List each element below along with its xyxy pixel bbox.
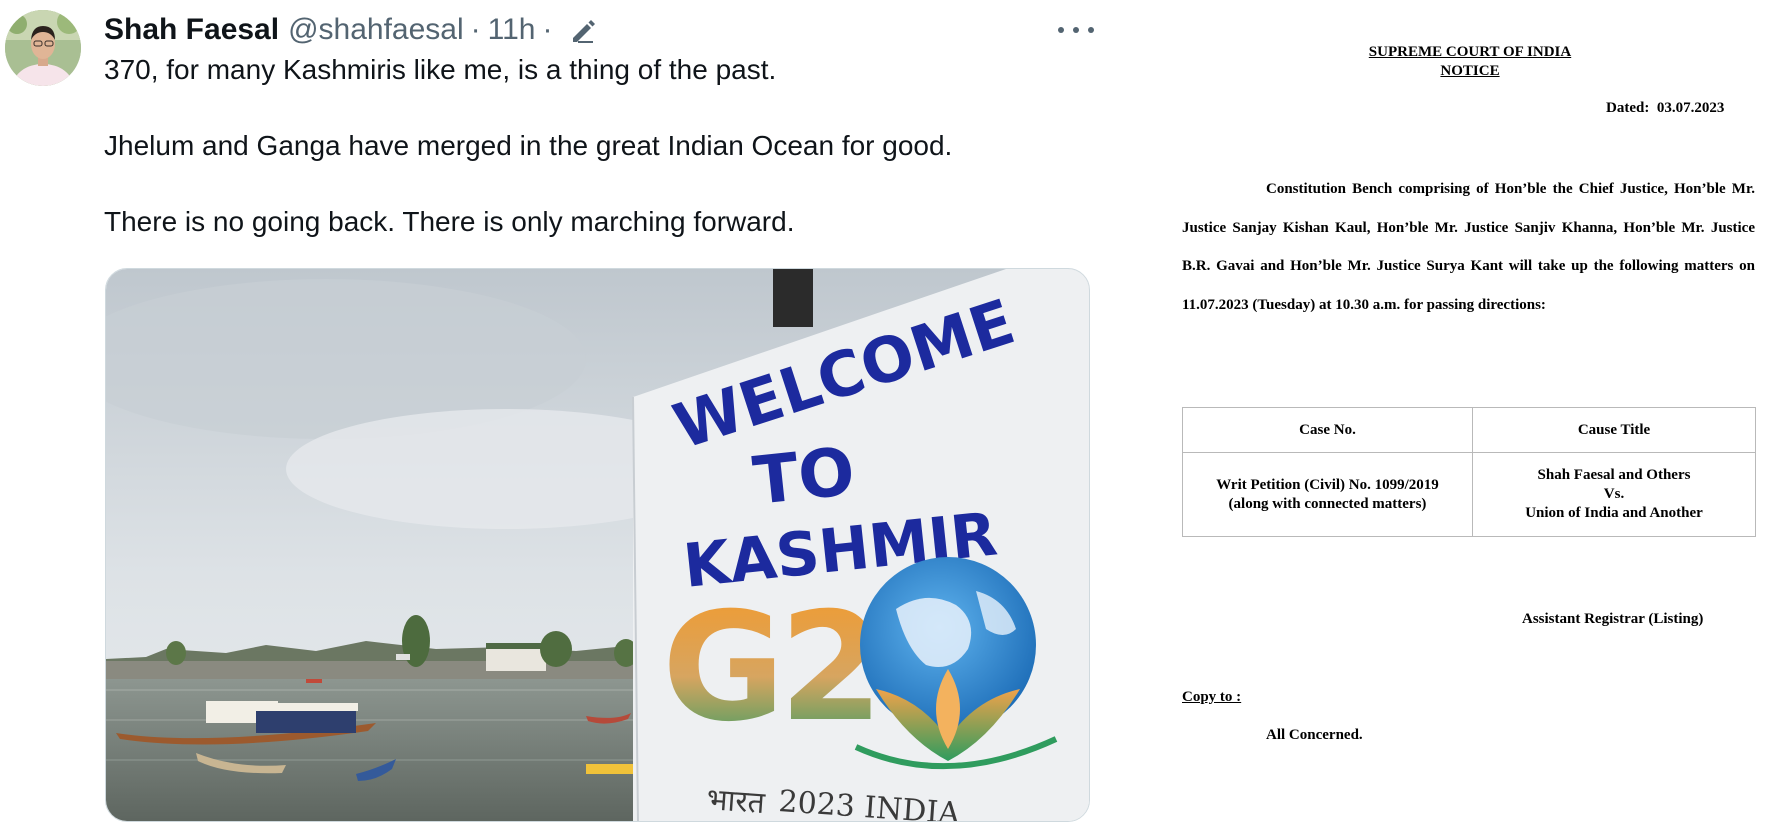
case-number-cell: Writ Petition (Civil) No. 1099/2019 (alo… xyxy=(1182,452,1473,537)
cause-title-respondent: Union of India and Another xyxy=(1525,505,1703,521)
notice-signatory: Assistant Registrar (Listing) xyxy=(1522,611,1704,627)
notice-body: Constitution Bench comprising of Hon’ble… xyxy=(1182,181,1755,313)
date-label: Dated: xyxy=(1606,100,1650,116)
table-header-case-no: Case No. xyxy=(1182,407,1473,453)
sign-hindi-text: भारत xyxy=(705,782,766,821)
notice-copy-to: Copy to : xyxy=(1182,689,1242,705)
tweet: Shah Faesal @shahfaesal · 11h · 370, for… xyxy=(0,0,1120,823)
case-number-note: (along with connected matters) xyxy=(1228,495,1427,512)
separator-dot: · xyxy=(542,13,553,46)
tweet-text-line-2: Jhelum and Ganga have merged in the grea… xyxy=(104,130,953,161)
notice-recipients: All Concerned. xyxy=(1266,727,1363,743)
notice-date: Dated: 03.07.2023 xyxy=(1606,100,1724,117)
case-number: Writ Petition (Civil) No. 1099/2019 xyxy=(1216,476,1439,493)
tweet-text-line-1: 370, for many Kashmiris like me, is a th… xyxy=(104,54,777,85)
table-row: Writ Petition (Civil) No. 1099/2019 (alo… xyxy=(1182,452,1756,537)
table-header-row: Case No. Cause Title xyxy=(1182,407,1756,453)
sign-word-to: TO xyxy=(750,433,859,520)
notice-court-name: SUPREME COURT OF INDIA xyxy=(1368,44,1572,60)
author-name[interactable]: Shah Faesal xyxy=(104,13,279,47)
more-dots-icon[interactable] xyxy=(1058,18,1094,42)
tweet-text-line-3: There is no going back. There is only ma… xyxy=(104,206,795,237)
tweet-media-image[interactable]: WELCOME TO KASHMIR G20 भारत 2023 INDIA xyxy=(105,268,1090,822)
cause-title-cell: Shah Faesal and Others Vs. Union of Indi… xyxy=(1472,452,1756,537)
pencil-edited-icon[interactable] xyxy=(569,16,597,44)
notice-heading: NOTICE xyxy=(1440,63,1500,79)
author-avatar[interactable] xyxy=(5,10,81,86)
case-table: Case No. Cause Title Writ Petition (Civi… xyxy=(1182,407,1756,537)
date-value: 03.07.2023 xyxy=(1656,100,1725,116)
cause-title-versus: Vs. xyxy=(1603,486,1625,502)
table-header-cause-title: Cause Title xyxy=(1472,407,1756,453)
tweet-header: Shah Faesal @shahfaesal · 11h · xyxy=(104,8,597,52)
separator-dot: · xyxy=(470,13,481,46)
cause-title-petitioner: Shah Faesal and Others xyxy=(1537,467,1691,483)
tweet-timestamp[interactable]: 11h xyxy=(488,13,536,47)
court-notice-document: SUPREME COURT OF INDIA NOTICE Dated: 03.… xyxy=(1170,0,1775,823)
author-handle[interactable]: @shahfaesal xyxy=(288,13,464,47)
